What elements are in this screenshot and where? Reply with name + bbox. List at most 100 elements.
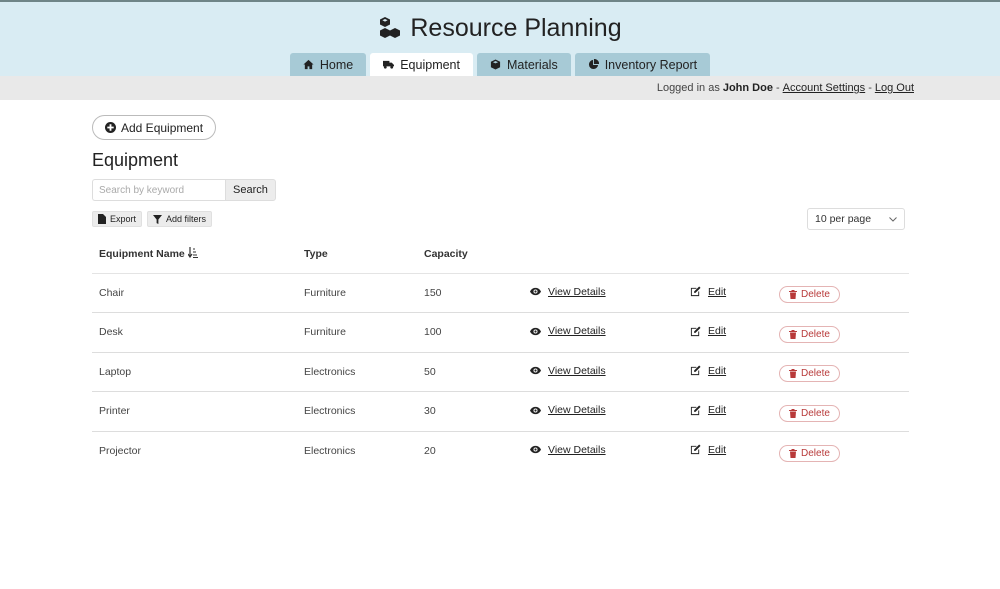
per-page-select[interactable]: 10 per page bbox=[807, 208, 905, 230]
delete-button[interactable]: Delete bbox=[779, 286, 840, 304]
cell-view: View Details bbox=[523, 431, 683, 471]
search-input[interactable] bbox=[92, 179, 225, 201]
export-label: Export bbox=[110, 214, 137, 224]
edit-link[interactable]: Edit bbox=[690, 286, 726, 298]
cell-edit: Edit bbox=[683, 352, 772, 392]
tab-equipment[interactable]: Equipment bbox=[370, 53, 473, 76]
cell-delete: Delete bbox=[772, 391, 909, 432]
delete-button[interactable]: Delete bbox=[779, 404, 840, 422]
logout-link[interactable]: Log Out bbox=[875, 82, 914, 94]
delete-button[interactable]: Delete bbox=[779, 444, 840, 462]
cell-capacity: 30 bbox=[417, 391, 523, 432]
table-tools: Export Add filters bbox=[92, 211, 213, 227]
eye-icon bbox=[530, 287, 541, 296]
search-button[interactable]: Search bbox=[225, 179, 276, 201]
cell-name: Desk bbox=[92, 312, 297, 353]
view-details-label: View Details bbox=[548, 443, 606, 456]
edit-label: Edit bbox=[708, 285, 727, 298]
account-settings-link[interactable]: Account Settings bbox=[783, 82, 866, 94]
column-header-name[interactable]: Equipment Name bbox=[92, 235, 297, 274]
view-details-label: View Details bbox=[548, 404, 606, 416]
column-header-capacity: Capacity bbox=[417, 235, 523, 274]
delete-button[interactable]: Delete bbox=[779, 325, 840, 343]
view-details-label: View Details bbox=[548, 285, 606, 298]
cell-type: Furniture bbox=[297, 312, 417, 353]
view-details-link[interactable]: View Details bbox=[530, 365, 606, 377]
per-page-value: 10 per page bbox=[815, 213, 872, 225]
add-equipment-label: Add Equipment bbox=[121, 120, 204, 135]
edit-icon bbox=[690, 404, 701, 415]
table-row: Printer Electronics 30 View Details Edit… bbox=[92, 391, 909, 432]
add-equipment-button[interactable]: Add Equipment bbox=[92, 115, 217, 140]
table-row: Projector Electronics 20 View Details Ed… bbox=[92, 431, 909, 471]
trash-icon bbox=[789, 329, 797, 339]
tab-materials[interactable]: Materials bbox=[476, 53, 571, 76]
cell-edit: Edit bbox=[683, 273, 772, 313]
column-header-delete bbox=[772, 235, 909, 274]
edit-icon bbox=[690, 325, 701, 336]
app-title-wrap: Resource Planning bbox=[0, 14, 1000, 43]
cell-capacity: 100 bbox=[417, 312, 523, 353]
tab-inventory-report[interactable]: Inventory Report bbox=[574, 53, 711, 76]
eye-icon bbox=[530, 406, 541, 414]
export-button[interactable]: Export bbox=[92, 211, 143, 227]
cell-type: Electronics bbox=[304, 445, 356, 457]
chevron-down-icon bbox=[889, 216, 897, 222]
file-icon bbox=[98, 214, 106, 224]
logged-in-prefix: Logged in as bbox=[656, 82, 720, 94]
cell-name: Laptop bbox=[92, 352, 297, 392]
table-row: Desk Furniture 100 View Details Edit Del… bbox=[92, 312, 909, 353]
delete-label: Delete bbox=[801, 328, 830, 340]
table-row: Laptop Electronics 50 View Details Edit … bbox=[92, 352, 909, 392]
username: John Doe bbox=[722, 82, 773, 94]
cell-view: View Details bbox=[523, 391, 683, 432]
cell-delete: Delete bbox=[772, 273, 909, 313]
edit-link[interactable]: Edit bbox=[690, 325, 726, 337]
edit-label: Edit bbox=[708, 364, 727, 377]
cell-type: Electronics bbox=[297, 352, 417, 392]
edit-link[interactable]: Edit bbox=[690, 365, 726, 377]
column-header-edit bbox=[683, 235, 772, 274]
tab-label: Home bbox=[319, 57, 354, 72]
trash-icon bbox=[789, 408, 797, 418]
view-details-link[interactable]: View Details bbox=[530, 286, 606, 298]
trash-icon bbox=[789, 290, 797, 300]
filter-icon bbox=[153, 214, 163, 224]
view-details-label: View Details bbox=[548, 325, 606, 337]
cubes-icon bbox=[380, 17, 401, 38]
eye-icon bbox=[530, 366, 541, 375]
edit-icon bbox=[690, 365, 701, 376]
cell-edit: Edit bbox=[683, 391, 772, 432]
tab-home[interactable]: Home bbox=[289, 53, 367, 76]
trash-icon bbox=[789, 448, 797, 458]
view-details-link[interactable]: View Details bbox=[530, 404, 606, 416]
cell-view: View Details bbox=[523, 352, 683, 392]
edit-link[interactable]: Edit bbox=[690, 404, 726, 416]
eye-icon bbox=[530, 446, 541, 454]
app-title: Resource Planning bbox=[410, 14, 622, 42]
truck-icon bbox=[383, 60, 395, 69]
cell-type: Furniture bbox=[297, 273, 417, 313]
header: Resource Planning Home Equipment Materia… bbox=[0, 2, 1000, 76]
cell-capacity: 150 bbox=[417, 273, 523, 313]
user-bar: Logged in as John Doe - Account Settings… bbox=[0, 76, 1000, 100]
delete-label: Delete bbox=[801, 447, 830, 459]
delete-label: Delete bbox=[801, 289, 830, 301]
home-icon bbox=[303, 59, 314, 70]
tab-label: Equipment bbox=[400, 57, 460, 72]
cell-name: Printer bbox=[92, 391, 297, 432]
cell-edit: Edit bbox=[683, 431, 772, 471]
sort-ascending-icon[interactable] bbox=[187, 247, 198, 259]
edit-icon bbox=[690, 444, 701, 455]
add-filters-button[interactable]: Add filters bbox=[147, 211, 213, 227]
view-details-link[interactable]: View Details bbox=[530, 325, 606, 337]
cell-delete: Delete bbox=[772, 352, 909, 392]
search-bar: Search bbox=[92, 179, 276, 201]
edit-link[interactable]: Edit bbox=[690, 444, 726, 456]
main-nav: Home Equipment Materials Inventory Repor… bbox=[0, 53, 1000, 76]
cube-icon bbox=[490, 59, 501, 70]
page-title: Equipment bbox=[92, 150, 179, 170]
view-details-link[interactable]: View Details bbox=[530, 444, 606, 456]
delete-button[interactable]: Delete bbox=[779, 365, 840, 383]
cell-view: View Details bbox=[523, 273, 683, 313]
